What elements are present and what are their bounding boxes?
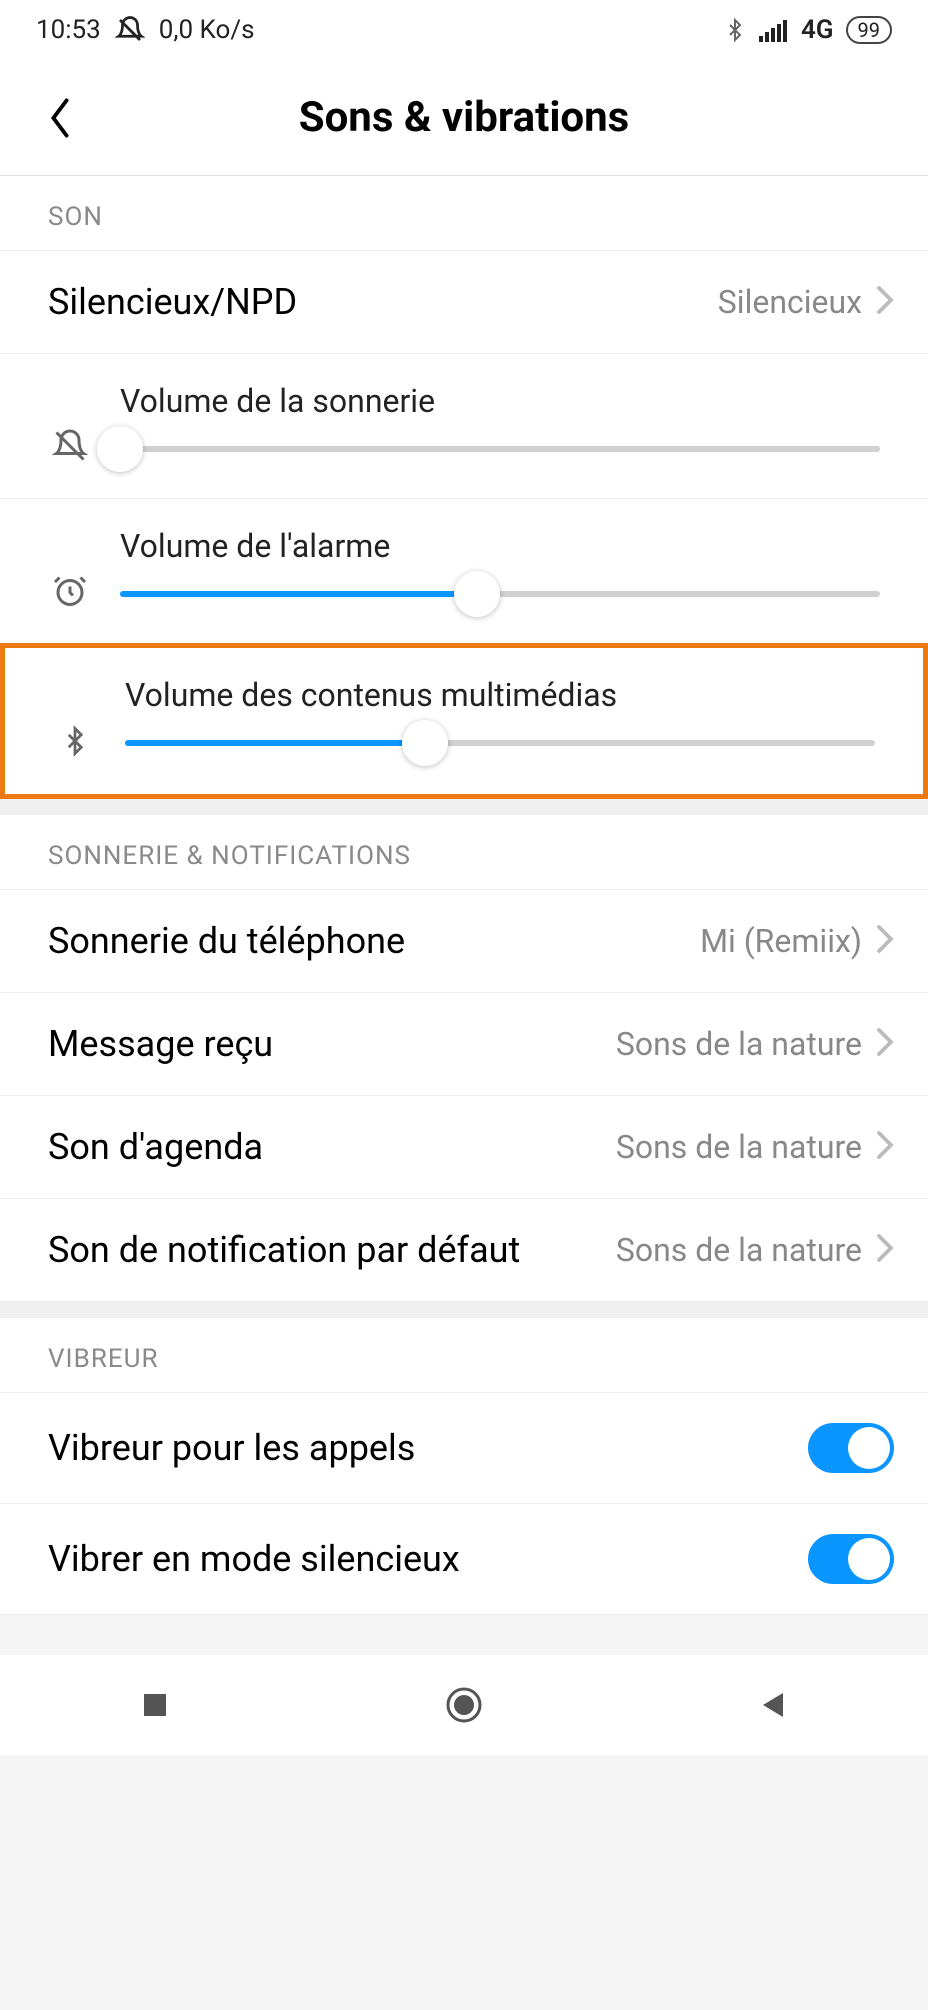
- silent-value: Silencieux: [718, 283, 862, 321]
- bluetooth-audio-icon: [53, 722, 97, 760]
- battery-indicator: 99: [846, 16, 892, 44]
- message-label: Message reçu: [48, 1023, 616, 1065]
- nav-home-button[interactable]: [444, 1685, 484, 1725]
- back-button[interactable]: [40, 98, 80, 138]
- network-label: 4G: [801, 15, 834, 45]
- agenda-label: Son d'agenda: [48, 1126, 616, 1168]
- slider-row-ring: Volume de la sonnerie: [0, 354, 928, 499]
- row-vibrate-silent[interactable]: Vibrer en mode silencieux: [0, 1504, 928, 1615]
- section-gap: [0, 1302, 928, 1318]
- bell-off-icon: [48, 428, 92, 464]
- ring-slider[interactable]: [120, 446, 880, 452]
- default-notif-label: Son de notification par défaut: [48, 1229, 616, 1271]
- slider-row-alarm: Volume de l'alarme: [0, 499, 928, 644]
- row-agenda[interactable]: Son d'agenda Sons de la nature: [0, 1096, 928, 1199]
- bluetooth-icon: [723, 16, 747, 44]
- status-bar: 10:53 0,0 Ko/s 4G 99: [0, 0, 928, 60]
- vibrate-silent-toggle[interactable]: [808, 1534, 894, 1584]
- alarm-slider-label: Volume de l'alarme: [120, 527, 880, 565]
- row-message[interactable]: Message reçu Sons de la nature: [0, 993, 928, 1096]
- chevron-right-icon: [876, 1027, 894, 1061]
- slider-row-media: Volume des contenus multimédias: [5, 648, 923, 794]
- media-slider-label: Volume des contenus multimédias: [125, 676, 875, 714]
- message-value: Sons de la nature: [616, 1025, 862, 1063]
- section-header-vibreur: VIBREUR: [0, 1318, 928, 1393]
- agenda-value: Sons de la nature: [616, 1128, 862, 1166]
- silent-label: Silencieux/NPD: [48, 281, 718, 323]
- chevron-right-icon: [876, 285, 894, 319]
- nav-back-button[interactable]: [753, 1685, 793, 1725]
- system-nav-bar: [0, 1655, 928, 1755]
- status-speed: 0,0 Ko/s: [159, 15, 255, 45]
- chevron-right-icon: [876, 1233, 894, 1267]
- page-header: Sons & vibrations: [0, 60, 928, 176]
- page-title: Sons & vibrations: [0, 93, 928, 142]
- phone-ringtone-value: Mi (Remiix): [700, 922, 862, 960]
- section-header-son: SON: [0, 176, 928, 251]
- row-vibrate-calls[interactable]: Vibreur pour les appels: [0, 1393, 928, 1504]
- ring-slider-label: Volume de la sonnerie: [120, 382, 880, 420]
- vibrate-calls-toggle[interactable]: [808, 1423, 894, 1473]
- silent-icon: [115, 15, 145, 45]
- media-highlight: Volume des contenus multimédias: [0, 643, 928, 799]
- default-notif-value: Sons de la nature: [616, 1231, 862, 1269]
- media-slider[interactable]: [125, 740, 875, 746]
- row-silent-mode[interactable]: Silencieux/NPD Silencieux: [0, 251, 928, 354]
- row-default-notif[interactable]: Son de notification par défaut Sons de l…: [0, 1199, 928, 1302]
- signal-icon: [759, 18, 789, 42]
- alarm-slider[interactable]: [120, 591, 880, 597]
- row-phone-ringtone[interactable]: Sonnerie du téléphone Mi (Remiix): [0, 890, 928, 993]
- vibrate-silent-label: Vibrer en mode silencieux: [48, 1538, 808, 1580]
- clock-icon: [48, 573, 92, 609]
- chevron-right-icon: [876, 1130, 894, 1164]
- phone-ringtone-label: Sonnerie du téléphone: [48, 920, 700, 962]
- section-gap: [0, 799, 928, 815]
- nav-recents-button[interactable]: [135, 1685, 175, 1725]
- chevron-right-icon: [876, 924, 894, 958]
- vibrate-calls-label: Vibreur pour les appels: [48, 1427, 808, 1469]
- section-header-notif: SONNERIE & NOTIFICATIONS: [0, 815, 928, 890]
- status-time: 10:53: [36, 15, 101, 45]
